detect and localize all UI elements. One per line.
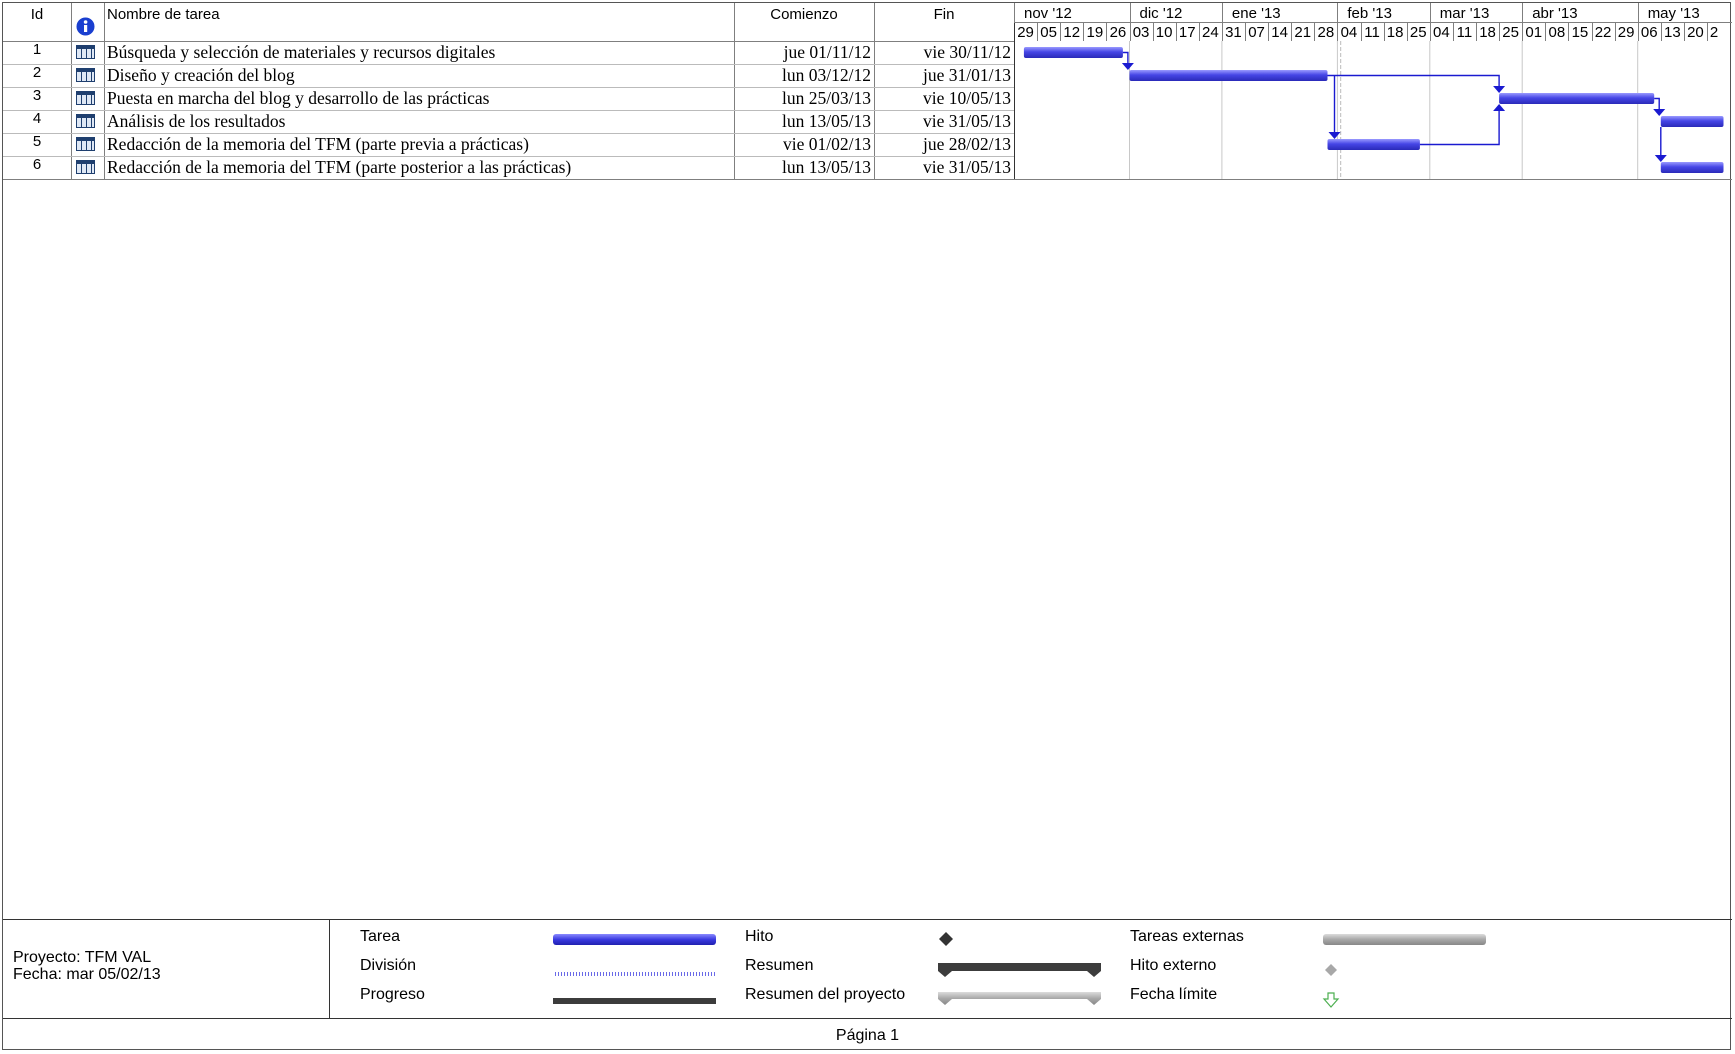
task-bar bbox=[1660, 162, 1724, 173]
gantt-page: Id Nombre de tarea Comienzo Fin 1 Búsque… bbox=[2, 2, 1732, 1050]
task-bar bbox=[1327, 139, 1420, 150]
task-id: 5 bbox=[32, 133, 42, 150]
grid-line bbox=[104, 3, 105, 179]
info-icon[interactable] bbox=[76, 17, 95, 36]
task-end[interactable]: jue 28/02/13 bbox=[874, 134, 1011, 155]
task-start[interactable]: lun 13/05/13 bbox=[734, 111, 871, 132]
link-arrowhead bbox=[1493, 104, 1506, 111]
link-arrowhead bbox=[1653, 109, 1666, 116]
task-name[interactable]: Redacción de la memoria del TFM (parte p… bbox=[107, 157, 571, 178]
task-id: 4 bbox=[32, 110, 42, 127]
task-id: 3 bbox=[32, 87, 42, 104]
legend-symbols bbox=[553, 932, 1486, 1008]
column-header-name[interactable]: Nombre de tarea bbox=[107, 3, 220, 43]
task-end[interactable]: vie 10/05/13 bbox=[874, 88, 1011, 109]
legend-external-tasks-bar bbox=[1323, 934, 1486, 945]
task-end[interactable]: vie 31/05/13 bbox=[874, 157, 1011, 178]
task-bar bbox=[1499, 93, 1655, 104]
task-id: 1 bbox=[32, 41, 42, 58]
task-start[interactable]: vie 01/02/13 bbox=[734, 134, 871, 155]
task-bar bbox=[1660, 116, 1724, 127]
column-header-start[interactable]: Comienzo bbox=[734, 3, 874, 43]
task-indicator-icon bbox=[76, 160, 95, 174]
task-name[interactable]: Redacción de la memoria del TFM (parte p… bbox=[107, 134, 529, 155]
column-header-end[interactable]: Fin bbox=[874, 3, 1014, 43]
column-header-id[interactable]: Id bbox=[3, 3, 71, 43]
task-indicator-icon bbox=[76, 45, 95, 59]
task-name[interactable]: Búsqueda y selección de materiales y rec… bbox=[107, 42, 495, 63]
legend-milestone-diamond bbox=[939, 932, 953, 946]
grid-line bbox=[71, 3, 72, 179]
legend-task-bar bbox=[553, 934, 716, 945]
link-arrowhead bbox=[1493, 86, 1506, 93]
dependency-link bbox=[1419, 108, 1500, 146]
task-start[interactable]: jue 01/11/12 bbox=[734, 42, 871, 63]
task-bar bbox=[1023, 47, 1123, 58]
task-id: 2 bbox=[32, 64, 42, 81]
task-start[interactable]: lun 13/05/13 bbox=[734, 157, 871, 178]
task-indicator-icon bbox=[76, 68, 95, 82]
grid-line bbox=[3, 179, 1732, 180]
task-end[interactable]: jue 31/01/13 bbox=[874, 65, 1011, 86]
page-number: Página 1 bbox=[835, 1027, 900, 1044]
task-name[interactable]: Diseño y creación del blog bbox=[107, 65, 295, 86]
divider bbox=[3, 1018, 1732, 1019]
dependency-link bbox=[1327, 74, 1500, 89]
task-name[interactable]: Puesta en marcha del blog y desarrollo d… bbox=[107, 88, 489, 109]
legend-progress-bar bbox=[553, 998, 716, 1004]
task-indicator-icon bbox=[76, 91, 95, 105]
deadline-arrow-icon bbox=[1322, 992, 1340, 1008]
legend-project-summary-bar bbox=[938, 992, 1101, 1005]
task-start[interactable]: lun 25/03/13 bbox=[734, 88, 871, 109]
task-id: 6 bbox=[32, 156, 42, 173]
task-end[interactable]: vie 31/05/13 bbox=[874, 111, 1011, 132]
link-arrowhead bbox=[1654, 155, 1667, 162]
gantt-chart bbox=[1023, 41, 1724, 179]
task-start[interactable]: lun 03/12/12 bbox=[734, 65, 871, 86]
task-indicator-icon bbox=[76, 114, 95, 128]
task-end[interactable]: vie 30/11/12 bbox=[874, 42, 1011, 63]
task-bar bbox=[1129, 70, 1328, 81]
link-arrowhead bbox=[1121, 63, 1134, 70]
legend-external-milestone-diamond bbox=[1325, 964, 1337, 976]
legend-summary-bar bbox=[938, 963, 1101, 977]
task-name[interactable]: Análisis de los resultados bbox=[107, 111, 285, 132]
task-indicator-icon bbox=[76, 137, 95, 151]
link-arrowhead bbox=[1328, 132, 1341, 139]
